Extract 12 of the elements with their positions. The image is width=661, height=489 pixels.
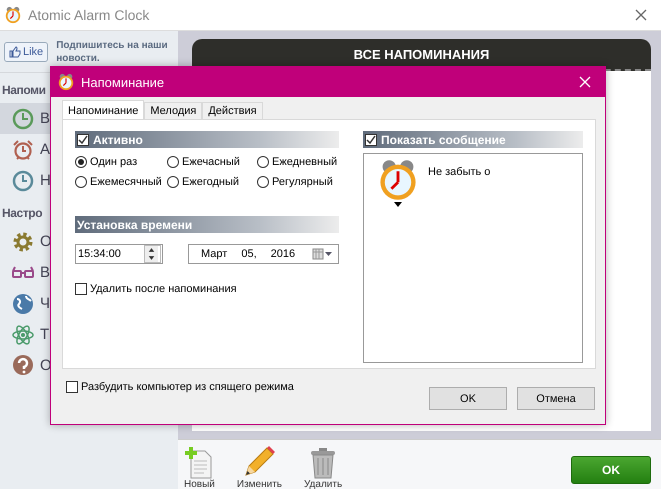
section-heading: Активно [93,132,143,146]
section-heading: Напоми [2,83,46,97]
checkbox-label: Удалить после напоминания [90,283,237,295]
dialog-title: Напоминание [81,74,166,90]
message-text: Не забыть о [428,166,490,180]
section-heading: Установка времени [77,218,192,232]
subscribe-text: Подпишитесь на наши новости. [56,38,169,64]
section-heading: Показать сообщение [381,132,506,146]
checkbox-label: Разбудить компьютер из спящего режима [81,381,294,393]
panel-title: ВСЕ НАПОМИНАНИЯ [354,46,490,62]
section-heading: Настро [2,206,42,220]
window-title: Atomic Alarm Clock [28,7,150,23]
